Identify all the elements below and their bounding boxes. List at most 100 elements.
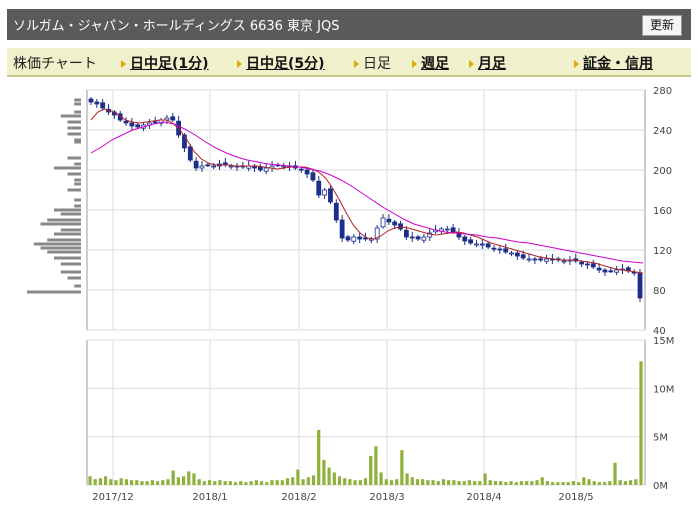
volume-panel: [86, 339, 646, 486]
price-tick-label: 200: [653, 166, 672, 177]
profile-bar: [33, 242, 81, 246]
price-tick-label: 280: [653, 86, 672, 97]
candle-body: [281, 165, 287, 168]
volume-bar: [353, 480, 357, 485]
volume-bar: [431, 480, 435, 485]
candle-body: [123, 120, 129, 124]
profile-bar: [47, 238, 81, 242]
volume-bar: [551, 482, 555, 485]
candle-body: [544, 258, 549, 262]
volume-bar: [166, 479, 170, 485]
date-tick-label: 2018/3: [369, 492, 404, 503]
volume-bar: [379, 472, 383, 485]
volume-bar: [363, 478, 368, 485]
profile-bar: [74, 140, 81, 144]
profile-bar: [54, 256, 81, 260]
volume-bar: [504, 482, 508, 485]
volume-bar: [239, 481, 243, 485]
candle-body: [187, 146, 193, 161]
volume-bar: [540, 477, 544, 485]
candle-body: [100, 102, 106, 109]
volume-bar: [467, 480, 472, 485]
volume-tick-label: 0M: [653, 481, 668, 492]
profile-bar: [47, 250, 81, 254]
volume-bar: [577, 482, 581, 485]
candle-body: [538, 258, 544, 261]
candle-body: [257, 166, 263, 171]
volume-bar: [571, 481, 576, 485]
candle-body: [170, 116, 176, 121]
volume-bar: [348, 479, 352, 485]
candle-body: [415, 236, 421, 240]
volume-bar: [311, 475, 316, 485]
volume-bar: [478, 481, 482, 485]
volume-bar: [566, 482, 570, 485]
volume-bar: [488, 480, 492, 485]
volume-bar: [499, 481, 503, 485]
date-tick-label: 2017/12: [92, 492, 134, 503]
volume-bar: [426, 480, 430, 485]
candle-body: [450, 227, 456, 233]
volume-bar: [124, 479, 128, 485]
candle-body: [357, 236, 363, 240]
volume-bar: [358, 480, 362, 485]
candle-body: [398, 223, 403, 230]
volume-bar: [249, 481, 253, 485]
volume-bar: [582, 477, 586, 485]
profile-bar: [67, 156, 81, 160]
volume-bar: [421, 479, 425, 485]
candle-body: [532, 258, 538, 261]
volume-bar: [525, 481, 529, 485]
candle-body: [468, 239, 474, 244]
candle-body: [310, 172, 316, 181]
profile-bar: [60, 270, 81, 274]
profile-bar: [27, 290, 81, 294]
candle-body: [561, 260, 567, 263]
profile-bar: [74, 162, 81, 166]
volume-bar: [452, 480, 456, 485]
volume-bar: [285, 478, 290, 485]
candle-body: [152, 121, 158, 124]
candle-body: [585, 263, 590, 266]
candle-body: [579, 261, 584, 265]
volume-bar: [254, 480, 258, 485]
candle-body: [322, 189, 328, 196]
profile-bar: [60, 212, 81, 216]
candle-body: [526, 258, 532, 261]
volume-bar: [197, 479, 201, 485]
volume-bar: [493, 481, 498, 485]
price-tick-label: 80: [653, 286, 666, 297]
price-tick-label: 120: [653, 246, 672, 257]
volume-bar: [613, 462, 617, 485]
volume-bar: [441, 479, 446, 485]
volume-bar: [556, 482, 560, 485]
volume-bar: [592, 481, 596, 485]
volume-bar: [597, 482, 602, 485]
volume-bar: [322, 459, 326, 485]
candle-body: [462, 236, 468, 242]
candle-body: [211, 165, 217, 168]
volume-bar: [161, 480, 165, 485]
profile-bar: [74, 102, 81, 106]
volume-bar: [332, 472, 336, 485]
volume-bar: [561, 482, 565, 485]
volume-bar: [181, 476, 186, 485]
volume-bar: [400, 450, 404, 485]
profile-bar: [74, 198, 81, 202]
volume-bar: [457, 481, 461, 485]
volume-bar: [275, 480, 279, 485]
volume-bar: [634, 479, 638, 485]
volume-bar: [291, 477, 295, 485]
volume-bar: [374, 446, 378, 485]
date-tick-label: 2018/5: [558, 492, 593, 503]
candle-body: [614, 269, 620, 273]
profile-bar: [74, 98, 81, 102]
candle-body: [263, 167, 269, 172]
candle-body: [497, 248, 503, 251]
candle-body: [392, 221, 398, 226]
candle-body: [345, 236, 351, 241]
volume-bar: [306, 477, 310, 485]
volume-bar: [244, 482, 248, 485]
volume-bar: [176, 477, 180, 485]
candle-body: [409, 236, 415, 239]
